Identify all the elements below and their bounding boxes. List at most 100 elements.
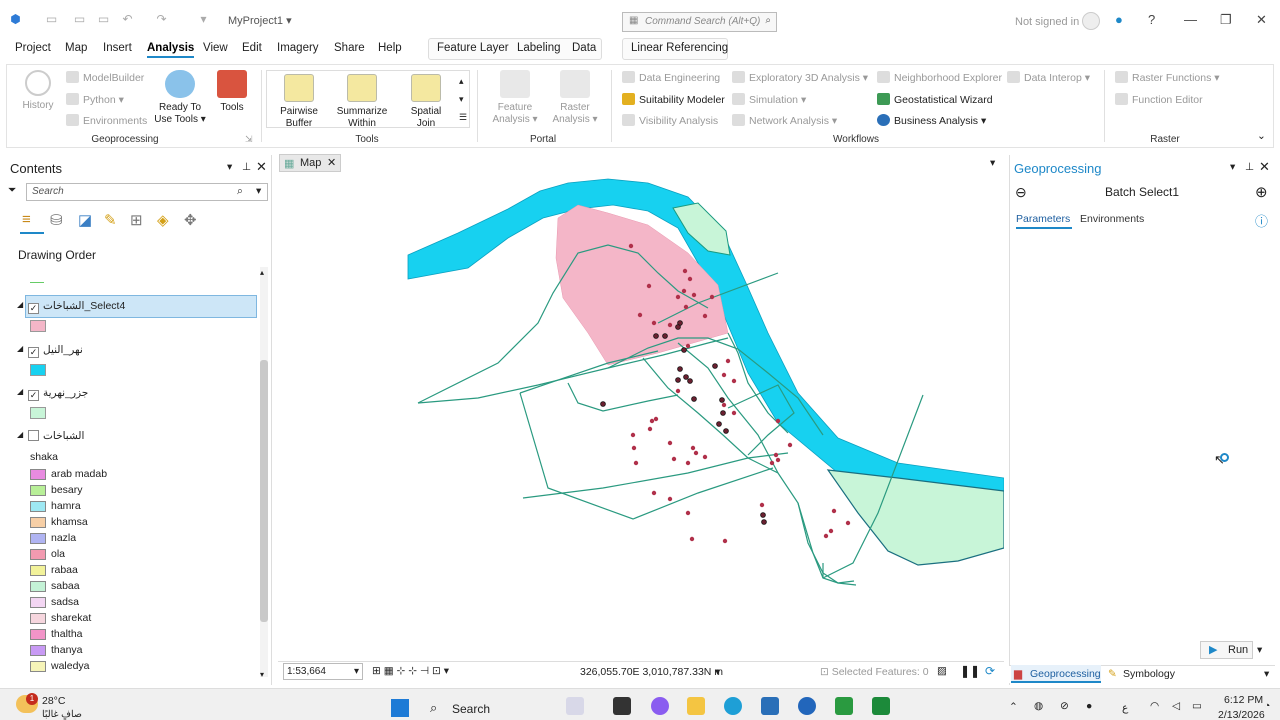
point-feature[interactable] <box>631 445 637 451</box>
tab-linear-referencing[interactable]: Linear Referencing <box>625 38 734 60</box>
tab-symbology[interactable]: Symbology <box>1123 668 1175 680</box>
arcgis-pro-taskbar-icon[interactable] <box>798 697 816 715</box>
layer-expand-icon[interactable]: ◢ <box>17 430 23 439</box>
point-feature[interactable] <box>675 388 681 394</box>
selected-features-count[interactable]: ⊡ Selected Features: 0 <box>820 666 929 678</box>
visibility-analysis-button[interactable]: Visibility Analysis <box>622 114 718 127</box>
layer-row-nile[interactable]: ✓ نهر_النيل <box>28 344 83 358</box>
summarize-within-button[interactable]: Summarize Within <box>336 74 388 130</box>
tab-help[interactable]: Help <box>378 42 402 54</box>
selected-point-feature[interactable] <box>691 396 697 402</box>
point-feature[interactable] <box>651 490 657 496</box>
ready-to-use-tools-button[interactable]: Ready To Use Tools ▾ <box>152 70 208 126</box>
neighborhood-explorer-button[interactable]: Neighborhood Explorer <box>877 71 1002 84</box>
tab-analysis[interactable]: Analysis <box>147 42 195 58</box>
tab-parameters[interactable]: Parameters <box>1016 213 1070 225</box>
point-feature[interactable] <box>630 432 636 438</box>
point-feature[interactable] <box>690 445 696 451</box>
layer-expand-icon[interactable]: ◢ <box>17 387 23 396</box>
point-feature[interactable] <box>787 442 793 448</box>
terminal-icon[interactable] <box>613 697 631 715</box>
layer-row-shabakhat[interactable]: الشباخات <box>28 430 84 442</box>
close-map-tab-icon[interactable]: ✕ <box>327 156 336 169</box>
copilot-icon[interactable] <box>651 697 669 715</box>
weather-temp[interactable]: 28°C <box>42 695 65 707</box>
suitability-modeler-button[interactable]: Suitability Modeler <box>622 93 725 106</box>
point-feature[interactable] <box>685 460 691 466</box>
layer-expand-icon[interactable]: ◢ <box>17 344 23 353</box>
point-feature[interactable] <box>675 294 681 300</box>
list-by-snapping-icon[interactable]: ⊞ <box>130 211 143 229</box>
file-explorer-icon[interactable] <box>687 697 705 715</box>
point-feature[interactable] <box>689 536 695 542</box>
point-feature[interactable] <box>667 322 673 328</box>
point-feature[interactable] <box>759 502 765 508</box>
map-views-dropdown-icon[interactable]: ▾ <box>990 157 995 169</box>
taskbar-search-icon[interactable]: ⌕ <box>430 700 437 716</box>
tab-project[interactable]: Project <box>15 42 51 54</box>
point-feature[interactable] <box>702 313 708 319</box>
contents-search-input[interactable]: Search <box>26 183 268 201</box>
layer-checkbox[interactable]: ✓ <box>28 390 39 401</box>
geoprocessing-launcher-icon[interactable]: ⇲ <box>245 134 253 145</box>
business-analysis-button[interactable]: Business Analysis ▾ <box>877 114 986 127</box>
new-project-icon[interactable]: ▭ <box>44 12 59 26</box>
point-feature[interactable] <box>667 496 673 502</box>
layer-checkbox[interactable]: ✓ <box>28 303 39 314</box>
clock-time[interactable]: 6:12 PM <box>1224 694 1263 706</box>
tab-data[interactable]: Data <box>566 38 602 60</box>
minimize-button[interactable]: — <box>1184 12 1197 27</box>
gallery-scroll-up-icon[interactable]: ▴ <box>459 76 464 87</box>
tab-insert[interactable]: Insert <box>103 42 132 54</box>
tray-app-icon[interactable]: ◍ <box>1034 700 1043 712</box>
avatar[interactable] <box>1082 12 1100 30</box>
point-feature[interactable] <box>725 358 731 364</box>
function-editor-button[interactable]: Function Editor <box>1115 93 1203 106</box>
tab-labeling[interactable]: Labeling <box>511 38 566 60</box>
tab-map[interactable]: Map <box>65 42 87 54</box>
command-search-input[interactable]: ▦ Command Search (Alt+Q) ⌕ <box>622 12 777 32</box>
point-feature[interactable] <box>775 457 781 463</box>
list-by-perspective-imagery-icon[interactable]: ✥ <box>184 211 197 229</box>
point-feature[interactable] <box>773 452 779 458</box>
tray-app-icon-2[interactable]: ⊘ <box>1060 700 1069 712</box>
scale-dropdown-icon[interactable]: ▾ <box>354 666 359 677</box>
selected-point-feature[interactable] <box>675 324 681 330</box>
input-language[interactable]: ع <box>1122 702 1128 714</box>
selected-point-feature[interactable] <box>761 519 767 525</box>
point-feature[interactable] <box>702 454 708 460</box>
tab-environments[interactable]: Environments <box>1080 213 1144 225</box>
tab-view[interactable]: View <box>203 42 228 54</box>
point-feature[interactable] <box>685 343 691 349</box>
project-title[interactable]: MyProject1 ▾ <box>228 14 292 27</box>
point-feature[interactable] <box>831 508 837 514</box>
open-project-icon[interactable]: ▭ <box>72 12 87 26</box>
point-feature[interactable] <box>685 510 691 516</box>
map-canvas[interactable] <box>278 173 1004 661</box>
redo-icon[interactable]: ↷ <box>154 12 169 26</box>
selected-point-feature[interactable] <box>683 374 689 380</box>
geostatistical-wizard-button[interactable]: Geostatistical Wizard <box>877 93 993 106</box>
selected-point-feature[interactable] <box>723 428 729 434</box>
network-analysis-button[interactable]: Network Analysis ▾ <box>732 114 837 127</box>
store-icon[interactable] <box>761 697 779 715</box>
selected-point-feature[interactable] <box>719 397 725 403</box>
point-feature[interactable] <box>651 320 657 326</box>
raster-analysis-button[interactable]: Raster Analysis ▾ <box>548 70 602 126</box>
point-feature[interactable] <box>683 304 689 310</box>
layer-row-shabakhat-select4[interactable]: ✓ الشباخات_Select4 <box>28 300 125 314</box>
history-button[interactable]: History <box>18 70 58 112</box>
point-feature[interactable] <box>646 283 652 289</box>
point-feature[interactable] <box>691 292 697 298</box>
list-by-labeling-icon[interactable]: ◈ <box>157 211 169 229</box>
tab-imagery[interactable]: Imagery <box>277 42 319 54</box>
list-by-source-icon[interactable]: ⛁ <box>50 211 63 229</box>
gallery-expand-icon[interactable]: ☰ <box>459 112 467 123</box>
environments-button[interactable]: Environments <box>66 114 147 127</box>
widget-icon[interactable] <box>566 697 584 715</box>
filter-icon[interactable]: ⏷ <box>8 184 16 197</box>
taskbar-search-label[interactable]: Search <box>452 702 490 716</box>
undo-icon[interactable]: ↶ <box>120 12 135 26</box>
save-project-icon[interactable]: ▭ <box>96 12 111 26</box>
pause-drawing-icon[interactable]: ❚❚ <box>960 664 980 678</box>
